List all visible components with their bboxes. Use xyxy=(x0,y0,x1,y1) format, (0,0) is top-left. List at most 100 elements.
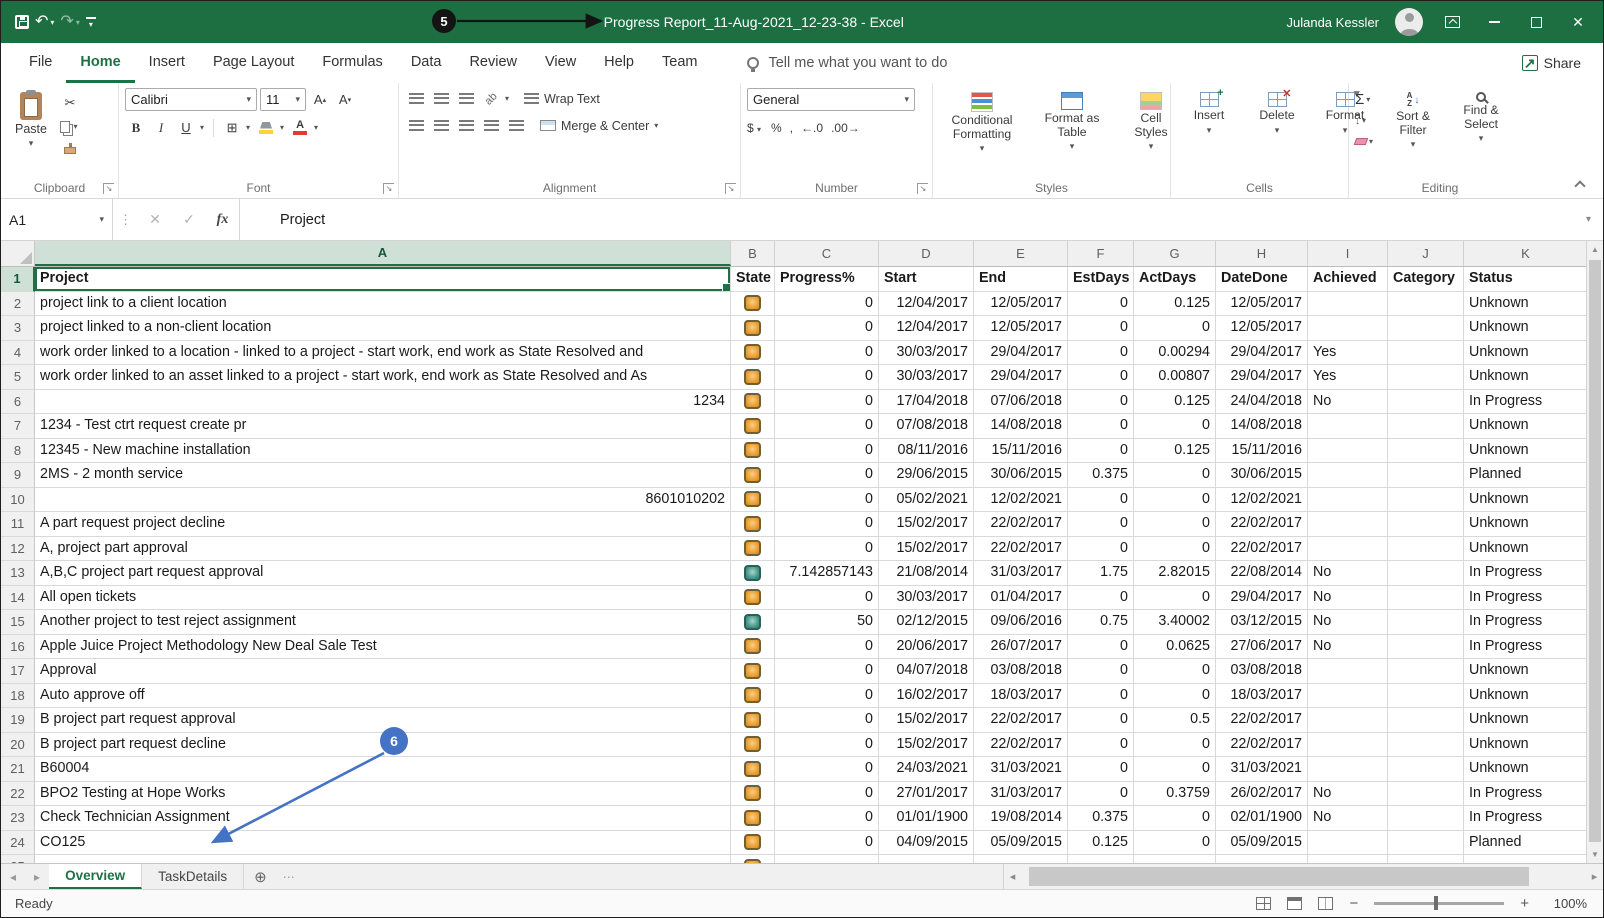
cell-D16[interactable]: 20/06/2017 xyxy=(879,635,974,660)
autosum-button[interactable]: Σ▾ xyxy=(1355,90,1375,109)
row-header-25[interactable]: 25 xyxy=(1,855,35,863)
cell-F21[interactable]: 0 xyxy=(1068,757,1134,782)
cell-F15[interactable]: 0.75 xyxy=(1068,610,1134,635)
format-painter-button[interactable] xyxy=(59,140,81,161)
cell-K21[interactable]: Unknown xyxy=(1464,757,1586,782)
cell-G22[interactable]: 0.3759 xyxy=(1134,782,1216,807)
bottom-align-button[interactable] xyxy=(455,88,477,109)
cell-H8[interactable]: 15/11/2016 xyxy=(1216,439,1308,464)
cell-H12[interactable]: 22/02/2017 xyxy=(1216,537,1308,562)
cell-B3[interactable] xyxy=(731,316,775,341)
cell-H1[interactable]: DateDone xyxy=(1216,267,1308,292)
font-size-select[interactable]: 11▾ xyxy=(260,88,306,111)
cell-B13[interactable] xyxy=(731,561,775,586)
cell-E10[interactable]: 12/02/2021 xyxy=(974,488,1068,513)
cell-F3[interactable]: 0 xyxy=(1068,316,1134,341)
cell-D23[interactable]: 01/01/1900 xyxy=(879,806,974,831)
row-header-4[interactable]: 4 xyxy=(1,341,35,366)
cell-J2[interactable] xyxy=(1388,292,1464,317)
cell-C2[interactable]: 0 xyxy=(775,292,879,317)
cell-A9[interactable]: 2MS - 2 month service xyxy=(35,463,731,488)
row-header-12[interactable]: 12 xyxy=(1,537,35,562)
row-header-8[interactable]: 8 xyxy=(1,439,35,464)
row-header-22[interactable]: 22 xyxy=(1,782,35,807)
sheet-nav-right-icon[interactable]: ▸ xyxy=(25,864,49,889)
cell-A6[interactable]: 1234 xyxy=(35,390,731,415)
font-name-dropdown-icon[interactable]: ▾ xyxy=(246,94,251,105)
tell-me-box[interactable]: Tell me what you want to do xyxy=(747,43,947,83)
cell-J12[interactable] xyxy=(1388,537,1464,562)
cell-J23[interactable] xyxy=(1388,806,1464,831)
cell-F25[interactable] xyxy=(1068,855,1134,863)
font-dialog-launcher-icon[interactable]: ↘ xyxy=(383,183,394,194)
cell-I21[interactable] xyxy=(1308,757,1388,782)
cell-K24[interactable]: Planned xyxy=(1464,831,1586,856)
column-header-F[interactable]: F xyxy=(1068,241,1134,266)
cell-F9[interactable]: 0.375 xyxy=(1068,463,1134,488)
cell-A10[interactable]: 8601010202 xyxy=(35,488,731,513)
cell-G14[interactable]: 0 xyxy=(1134,586,1216,611)
cell-E21[interactable]: 31/03/2021 xyxy=(974,757,1068,782)
zoom-in-button[interactable]: + xyxy=(1520,895,1529,912)
number-format-select[interactable]: General▾ xyxy=(747,88,915,111)
row-header-3[interactable]: 3 xyxy=(1,316,35,341)
cell-C4[interactable]: 0 xyxy=(775,341,879,366)
cell-G12[interactable]: 0 xyxy=(1134,537,1216,562)
sheet-tab-taskdetails[interactable]: TaskDetails xyxy=(142,864,244,889)
cell-B16[interactable] xyxy=(731,635,775,660)
cell-D2[interactable]: 12/04/2017 xyxy=(879,292,974,317)
cell-K23[interactable]: In Progress xyxy=(1464,806,1586,831)
select-all-corner[interactable] xyxy=(1,241,35,266)
fill-button[interactable]: ↓▾ xyxy=(1355,111,1375,130)
cell-D12[interactable]: 15/02/2017 xyxy=(879,537,974,562)
cell-I16[interactable]: No xyxy=(1308,635,1388,660)
cell-I6[interactable]: No xyxy=(1308,390,1388,415)
middle-align-button[interactable] xyxy=(430,88,452,109)
ribbon-display-options-button[interactable] xyxy=(1439,9,1465,35)
cell-I20[interactable] xyxy=(1308,733,1388,758)
horizontal-scrollbar[interactable]: ◂ ▸ xyxy=(1003,864,1603,889)
tab-help[interactable]: Help xyxy=(590,43,648,83)
cell-G21[interactable]: 0 xyxy=(1134,757,1216,782)
cell-J14[interactable] xyxy=(1388,586,1464,611)
column-header-J[interactable]: J xyxy=(1388,241,1464,266)
cell-H18[interactable]: 18/03/2017 xyxy=(1216,684,1308,709)
page-layout-view-icon[interactable] xyxy=(1287,897,1302,910)
column-header-I[interactable]: I xyxy=(1308,241,1388,266)
cell-E14[interactable]: 01/04/2017 xyxy=(974,586,1068,611)
fill-color-button[interactable] xyxy=(255,117,277,138)
cell-I24[interactable] xyxy=(1308,831,1388,856)
cell-F4[interactable]: 0 xyxy=(1068,341,1134,366)
cell-G23[interactable]: 0 xyxy=(1134,806,1216,831)
tab-formulas[interactable]: Formulas xyxy=(308,43,396,83)
cell-F23[interactable]: 0.375 xyxy=(1068,806,1134,831)
cell-D3[interactable]: 12/04/2017 xyxy=(879,316,974,341)
cell-A21[interactable]: B60004 xyxy=(35,757,731,782)
cell-J22[interactable] xyxy=(1388,782,1464,807)
cell-H10[interactable]: 12/02/2021 xyxy=(1216,488,1308,513)
cell-G2[interactable]: 0.125 xyxy=(1134,292,1216,317)
cell-H16[interactable]: 27/06/2017 xyxy=(1216,635,1308,660)
cell-K17[interactable]: Unknown xyxy=(1464,659,1586,684)
collapse-ribbon-button[interactable] xyxy=(1571,178,1589,192)
format-dropdown-icon[interactable]: ▾ xyxy=(1343,125,1348,136)
cell-D25[interactable] xyxy=(879,855,974,863)
cell-D9[interactable]: 29/06/2015 xyxy=(879,463,974,488)
cell-B18[interactable] xyxy=(731,684,775,709)
fill-color-dropdown-icon[interactable]: ▾ xyxy=(280,123,284,132)
cell-G19[interactable]: 0.5 xyxy=(1134,708,1216,733)
insert-cells-button[interactable]: + Insert ▾ xyxy=(1177,88,1241,140)
cell-I7[interactable] xyxy=(1308,414,1388,439)
cell-G24[interactable]: 0 xyxy=(1134,831,1216,856)
undo-button[interactable]: ↶▾ xyxy=(35,14,54,30)
maximize-button[interactable] xyxy=(1523,9,1549,35)
column-header-E[interactable]: E xyxy=(974,241,1068,266)
row-header-13[interactable]: 13 xyxy=(1,561,35,586)
cell-G9[interactable]: 0 xyxy=(1134,463,1216,488)
cell-K7[interactable]: Unknown xyxy=(1464,414,1586,439)
conditional-formatting-dropdown-icon[interactable]: ▾ xyxy=(980,143,985,154)
row-header-11[interactable]: 11 xyxy=(1,512,35,537)
cell-H7[interactable]: 14/08/2018 xyxy=(1216,414,1308,439)
cell-J10[interactable] xyxy=(1388,488,1464,513)
insert-function-button[interactable]: fx xyxy=(206,199,240,240)
